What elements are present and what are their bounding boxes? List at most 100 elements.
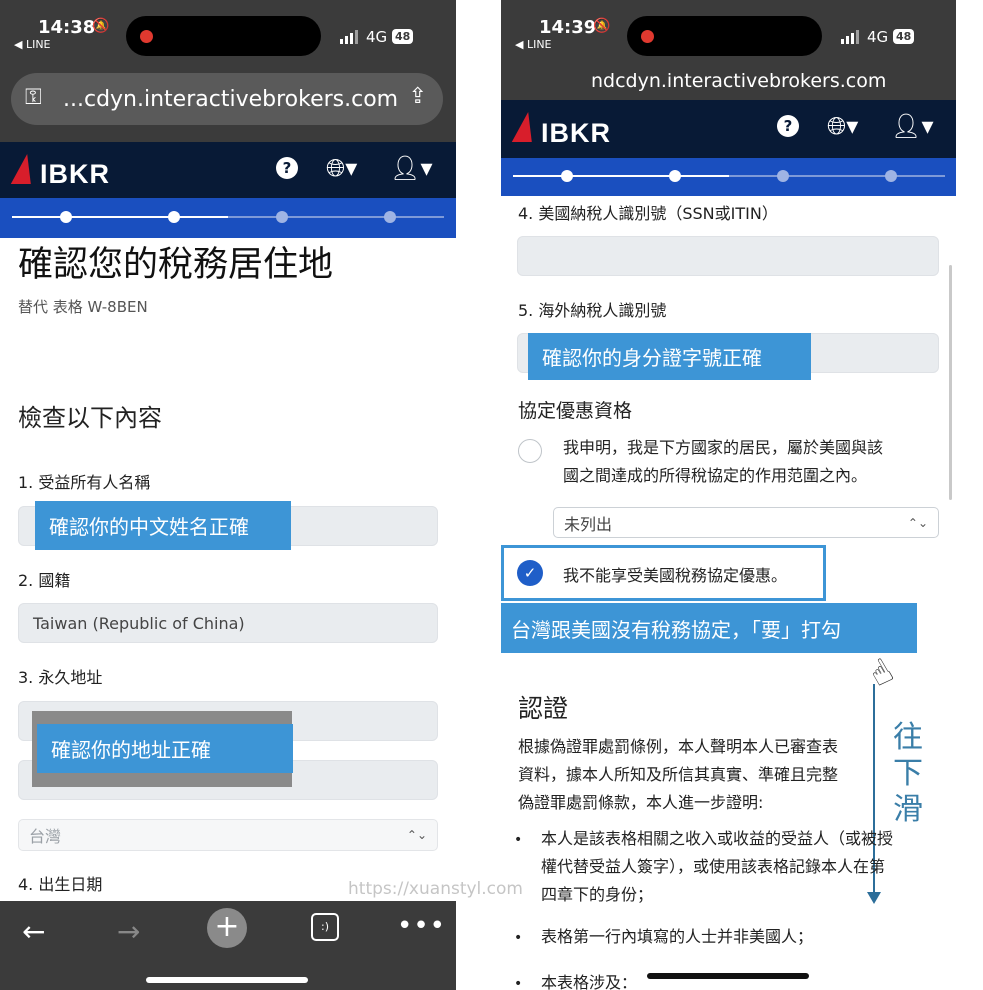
chevron-updown-icon: ⌃⌄: [406, 828, 427, 842]
back-to-app-link[interactable]: ◀ LINE: [14, 38, 51, 51]
bullet-dot-icon: •: [514, 832, 523, 848]
ibkr-logo-mark-icon: [511, 112, 539, 142]
foreign-tin-label: 5. 海外納稅人識別號: [518, 301, 667, 320]
bullet-1-line-2: 權代替受益人簽字），或使用該表格記錄本人在第: [541, 857, 886, 876]
progress-step-2: [168, 211, 180, 223]
progress-step-4: [885, 170, 897, 182]
watermark: https://xuanstyl.com: [348, 879, 523, 899]
bullet-1-line-1: 本人是該表格相關之收入或收益的受益人（或被授: [541, 829, 894, 848]
silent-icon: 🔕: [92, 18, 110, 34]
network-type: 4G: [867, 28, 889, 46]
help-icon[interactable]: ?: [276, 157, 298, 179]
scroll-hint-text: 往下滑: [893, 720, 923, 827]
status-time: 14:38: [38, 17, 96, 38]
ibkr-logo[interactable]: IBKR: [541, 118, 611, 149]
us-tin-field[interactable]: [517, 236, 939, 276]
chevron-updown-icon: ⌃⌄: [907, 515, 928, 530]
cert-bullet-1: 本人是該表格相關之收入或收益的受益人（或被授 權代替受益人簽字），或使用該表格記…: [541, 825, 951, 909]
progress-step-2: [669, 170, 681, 182]
dynamic-island: [627, 16, 822, 56]
url-text[interactable]: ndcdyn.interactivebrokers.com: [591, 70, 886, 92]
forward-arrow-icon[interactable]: →: [117, 915, 140, 948]
us-tin-label: 4. 美國納稅人識別號（SSN或ITIN）: [518, 204, 778, 223]
signal-icon: [841, 30, 861, 44]
progress-line-done: [513, 175, 729, 177]
battery-icon: 48: [893, 29, 915, 44]
treaty-radio[interactable]: [518, 439, 542, 463]
bullet-dot-icon: •: [514, 976, 523, 990]
address-label: 3. 永久地址: [18, 668, 103, 687]
cert-line-2: 資料，據本人所知及所信其真實、準確且完整: [518, 765, 839, 784]
progress-step-3: [777, 170, 789, 182]
pointing-hand-icon: ☝: [862, 650, 901, 696]
treaty-option-text: 我申明，我是下方國家的居民，屬於美國與該 國之間達成的所得稅協定的作用范圍之內。: [563, 434, 943, 490]
back-arrow-icon[interactable]: ←: [22, 915, 45, 948]
treaty-country-value: 未列出: [564, 514, 613, 534]
treaty-callout: 台灣跟美國沒有稅務協定，「要」打勾: [501, 603, 917, 653]
checkmark-icon[interactable]: ✓: [517, 560, 543, 586]
share-icon[interactable]: ⇪: [409, 84, 427, 109]
cert-line-3: 偽證罪處罰條款，本人進一步證明:: [518, 793, 764, 812]
country-select[interactable]: 台灣 ⌃⌄: [18, 819, 438, 851]
home-indicator: [647, 973, 809, 979]
status-and-url-area: 14:39 🔕 ◀ LINE 4G 48 ndcdyn.interactiveb…: [501, 0, 956, 100]
browser-bottom-bar: ← → + :) •••: [0, 901, 456, 990]
more-menu-icon[interactable]: •••: [397, 911, 446, 941]
name-label: 1. 受益所有人名稱: [18, 473, 151, 492]
cert-bullet-2: 表格第一行內填寫的人士并非美國人；: [541, 927, 814, 946]
recording-dot-icon: [641, 30, 654, 43]
treaty-option-line-1: 我申明，我是下方國家的居民，屬於美國與該: [563, 438, 884, 457]
progress-step-3: [276, 211, 288, 223]
ibkr-logo-mark-icon: [10, 154, 38, 184]
dob-label: 4. 出生日期: [18, 875, 103, 894]
recording-dot-icon: [140, 30, 153, 43]
no-treaty-text: 我不能享受美國稅務協定優惠。: [563, 566, 788, 585]
tabs-icon[interactable]: :): [311, 913, 339, 941]
progress-line-todo: [228, 216, 444, 218]
bullet-dot-icon: •: [514, 930, 523, 946]
progress-step-1: [60, 211, 72, 223]
help-icon[interactable]: ?: [777, 115, 799, 137]
home-indicator: [146, 977, 308, 983]
nationality-label: 2. 國籍: [18, 571, 71, 590]
ibkr-header: IBKR ? 🌐︎▾ 👤︎▾: [501, 100, 956, 158]
cert-title: 認證: [518, 694, 569, 723]
url-text: ...cdyn.interactivebrokers.com: [63, 87, 399, 112]
signal-icon: [340, 30, 360, 44]
bullet-1-line-3: 四章下的身份；: [541, 885, 654, 904]
status-time: 14:39: [539, 17, 597, 38]
new-tab-plus-icon[interactable]: +: [207, 908, 247, 948]
address-callout: 確認你的地址正確: [37, 724, 293, 773]
treaty-option-line-2: 國之間達成的所得稅協定的作用范圍之內。: [563, 466, 868, 485]
right-screenshot: 14:39 🔕 ◀ LINE 4G 48 ndcdyn.interactiveb…: [501, 0, 956, 990]
ibkr-logo[interactable]: IBKR: [40, 159, 110, 190]
progress-bar: [501, 158, 956, 196]
browser-toolbar: ⚿ ...cdyn.interactivebrokers.com ⇪: [0, 58, 456, 142]
cert-paragraph: 根據偽證罪處罰條例，本人聲明本人已審查表 資料，據本人所知及所信其真實、準確且完…: [518, 733, 878, 817]
id-number-callout: 確認你的身分證字號正確: [528, 333, 811, 380]
status-bar: 14:38 🔕 ◀ LINE 4G 48: [0, 0, 456, 58]
page-subtitle: 替代 表格 W-8BEN: [18, 298, 148, 316]
globe-language-icon[interactable]: 🌐︎▾: [827, 112, 858, 140]
name-callout: 確認你的中文姓名正確: [35, 501, 291, 550]
url-bar[interactable]: ⚿ ...cdyn.interactivebrokers.com ⇪: [11, 73, 443, 125]
progress-step-1: [561, 170, 573, 182]
globe-language-icon[interactable]: 🌐︎▾: [326, 154, 357, 182]
left-screenshot: 14:38 🔕 ◀ LINE 4G 48 ⚿ ...cdyn.interacti…: [0, 0, 456, 990]
progress-line-todo: [729, 175, 945, 177]
progress-bar: [0, 198, 456, 238]
scrollbar[interactable]: [949, 265, 952, 500]
treaty-country-select[interactable]: 未列出 ⌃⌄: [553, 507, 939, 538]
nationality-field[interactable]: Taiwan (Republic of China): [18, 603, 438, 643]
battery-icon: 48: [392, 29, 414, 44]
back-to-app-link[interactable]: ◀ LINE: [515, 38, 552, 51]
treaty-title: 協定優惠資格: [518, 400, 633, 422]
user-menu-icon[interactable]: 👤︎▾: [891, 112, 934, 140]
ibkr-header: IBKR ? 🌐︎▾ 👤︎▾: [0, 142, 456, 198]
page-title: 確認您的稅務居住地: [18, 245, 334, 285]
key-icon: ⚿: [25, 85, 42, 110]
user-menu-icon[interactable]: 👤︎▾: [390, 154, 433, 182]
silent-icon: 🔕: [593, 18, 611, 34]
dynamic-island: [126, 16, 321, 56]
progress-line-done: [12, 216, 228, 218]
